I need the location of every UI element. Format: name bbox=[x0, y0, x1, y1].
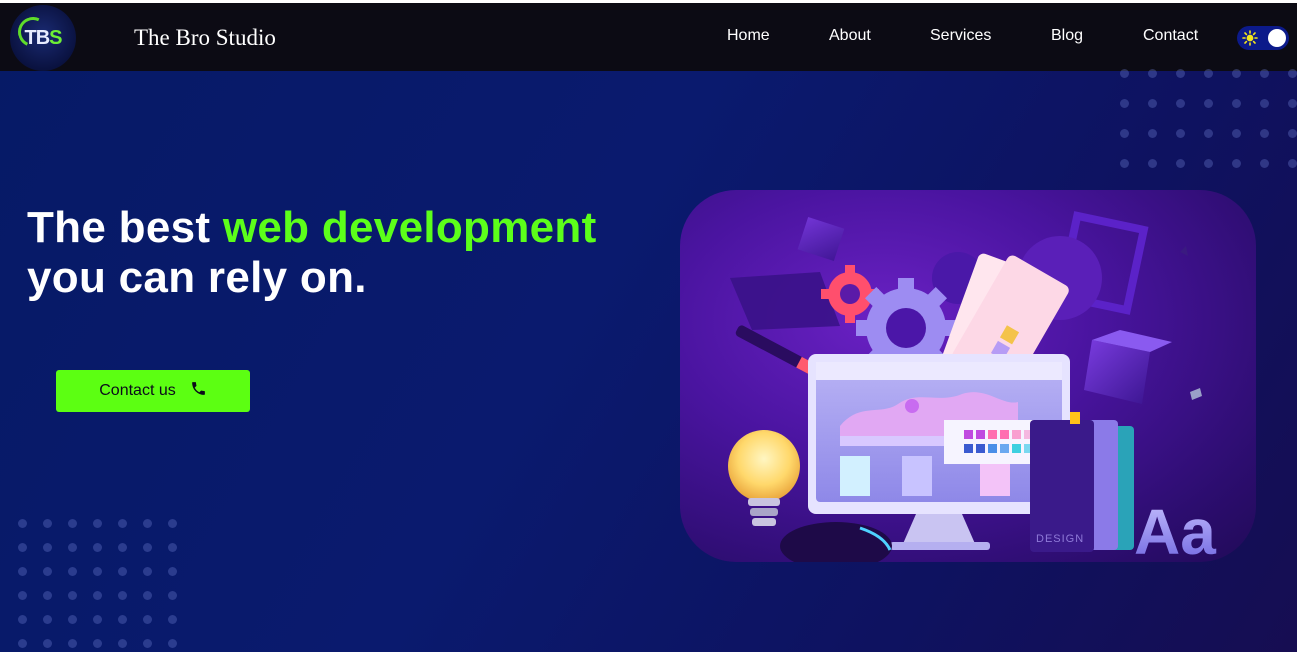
pattern-dot bbox=[43, 639, 52, 648]
hero-illustration: DESIGN Aa bbox=[680, 190, 1256, 562]
pattern-dot bbox=[1204, 159, 1213, 168]
pattern-dot bbox=[143, 591, 152, 600]
aa-lettering: Aa bbox=[1134, 496, 1216, 562]
design-label: DESIGN bbox=[1036, 533, 1084, 545]
pattern-dot bbox=[43, 543, 52, 552]
pattern-dot bbox=[1176, 159, 1185, 168]
pattern-dot bbox=[118, 567, 127, 576]
pattern-dot bbox=[1120, 69, 1129, 78]
pattern-dot bbox=[43, 519, 52, 528]
pattern-dot bbox=[1176, 69, 1185, 78]
pattern-dot bbox=[118, 591, 127, 600]
pattern-dot bbox=[1260, 69, 1269, 78]
nav-contact[interactable]: Contact bbox=[1143, 27, 1198, 45]
phone-icon bbox=[190, 380, 207, 402]
mouse-icon bbox=[780, 522, 892, 562]
monitor-stand bbox=[902, 514, 976, 546]
pattern-dot bbox=[93, 615, 102, 624]
pattern-dot bbox=[18, 567, 27, 576]
pattern-dot bbox=[93, 519, 102, 528]
pattern-dot bbox=[1176, 99, 1185, 108]
toggle-knob bbox=[1268, 29, 1286, 47]
pattern-dot bbox=[143, 615, 152, 624]
main-nav: Home About Services Blog Contact bbox=[0, 27, 1297, 51]
nav-home[interactable]: Home bbox=[727, 27, 770, 45]
light-bulb-icon bbox=[728, 430, 800, 526]
pattern-dot bbox=[1288, 159, 1297, 168]
sun-icon bbox=[1241, 29, 1259, 47]
pattern-dot bbox=[68, 567, 77, 576]
dot-pattern-top-right: (function(){ var c = document.currentScr… bbox=[1120, 69, 1297, 169]
pattern-dot bbox=[1204, 129, 1213, 138]
pattern-dot bbox=[1232, 99, 1241, 108]
page-frame: TBS The Bro Studio Home About Services B… bbox=[0, 3, 1297, 652]
pattern-dot bbox=[118, 519, 127, 528]
pattern-dot bbox=[1204, 69, 1213, 78]
pattern-dot bbox=[118, 639, 127, 648]
pattern-dot bbox=[18, 591, 27, 600]
nav-blog[interactable]: Blog bbox=[1051, 27, 1083, 45]
pattern-dot bbox=[168, 591, 177, 600]
pattern-dot bbox=[143, 567, 152, 576]
hero-title-suffix: you can rely on. bbox=[27, 253, 367, 302]
pattern-dot bbox=[118, 543, 127, 552]
pattern-dot bbox=[143, 519, 152, 528]
nav-about[interactable]: About bbox=[829, 27, 871, 45]
pattern-dot bbox=[68, 591, 77, 600]
pattern-dot bbox=[68, 615, 77, 624]
pattern-dot bbox=[18, 543, 27, 552]
dot-pattern-bottom-left: (function(){ var c = document.currentScr… bbox=[18, 519, 188, 652]
pattern-dot bbox=[1176, 129, 1185, 138]
pattern-dot bbox=[1260, 129, 1269, 138]
pattern-dot bbox=[93, 639, 102, 648]
pattern-dot bbox=[18, 615, 27, 624]
pattern-dot bbox=[93, 591, 102, 600]
pattern-dot bbox=[93, 567, 102, 576]
illustration-art: DESIGN Aa bbox=[728, 211, 1216, 562]
pattern-dot bbox=[1288, 129, 1297, 138]
navbar: TBS The Bro Studio Home About Services B… bbox=[0, 3, 1297, 71]
pattern-dot bbox=[1120, 159, 1129, 168]
pattern-dot bbox=[93, 543, 102, 552]
pattern-dot bbox=[1148, 159, 1157, 168]
pattern-dot bbox=[168, 615, 177, 624]
hero-title: The best web development you can rely on… bbox=[27, 203, 597, 303]
pattern-dot bbox=[118, 615, 127, 624]
pattern-dot bbox=[1288, 69, 1297, 78]
pattern-dot bbox=[1148, 99, 1157, 108]
contact-us-button[interactable]: Contact us bbox=[56, 370, 250, 412]
pattern-dot bbox=[168, 519, 177, 528]
hero-title-highlight: web development bbox=[222, 203, 597, 252]
pattern-dot bbox=[1288, 99, 1297, 108]
pattern-dot bbox=[68, 639, 77, 648]
pattern-dot bbox=[43, 567, 52, 576]
pattern-dot bbox=[68, 519, 77, 528]
pattern-dot bbox=[1260, 99, 1269, 108]
pattern-dot bbox=[168, 543, 177, 552]
pattern-dot bbox=[143, 639, 152, 648]
theme-toggle[interactable] bbox=[1237, 26, 1289, 50]
pattern-dot bbox=[1120, 99, 1129, 108]
pattern-dot bbox=[1260, 159, 1269, 168]
pattern-dot bbox=[168, 639, 177, 648]
plate-shape bbox=[730, 272, 840, 330]
pattern-dot bbox=[1232, 159, 1241, 168]
cube-shape bbox=[797, 216, 845, 262]
pattern-dot bbox=[1232, 129, 1241, 138]
pattern-dot bbox=[18, 519, 27, 528]
contact-us-label: Contact us bbox=[99, 382, 176, 399]
nav-services[interactable]: Services bbox=[930, 27, 991, 45]
pattern-dot bbox=[1120, 129, 1129, 138]
pattern-dot bbox=[68, 543, 77, 552]
pattern-dot bbox=[1148, 69, 1157, 78]
pattern-dot bbox=[143, 543, 152, 552]
pattern-dot bbox=[18, 639, 27, 648]
pattern-dot bbox=[1204, 99, 1213, 108]
pattern-dot bbox=[1232, 69, 1241, 78]
pattern-dot bbox=[43, 591, 52, 600]
pattern-dot bbox=[43, 615, 52, 624]
hero-title-prefix: The best bbox=[27, 203, 223, 252]
pattern-dot bbox=[1148, 129, 1157, 138]
pattern-dot bbox=[168, 567, 177, 576]
